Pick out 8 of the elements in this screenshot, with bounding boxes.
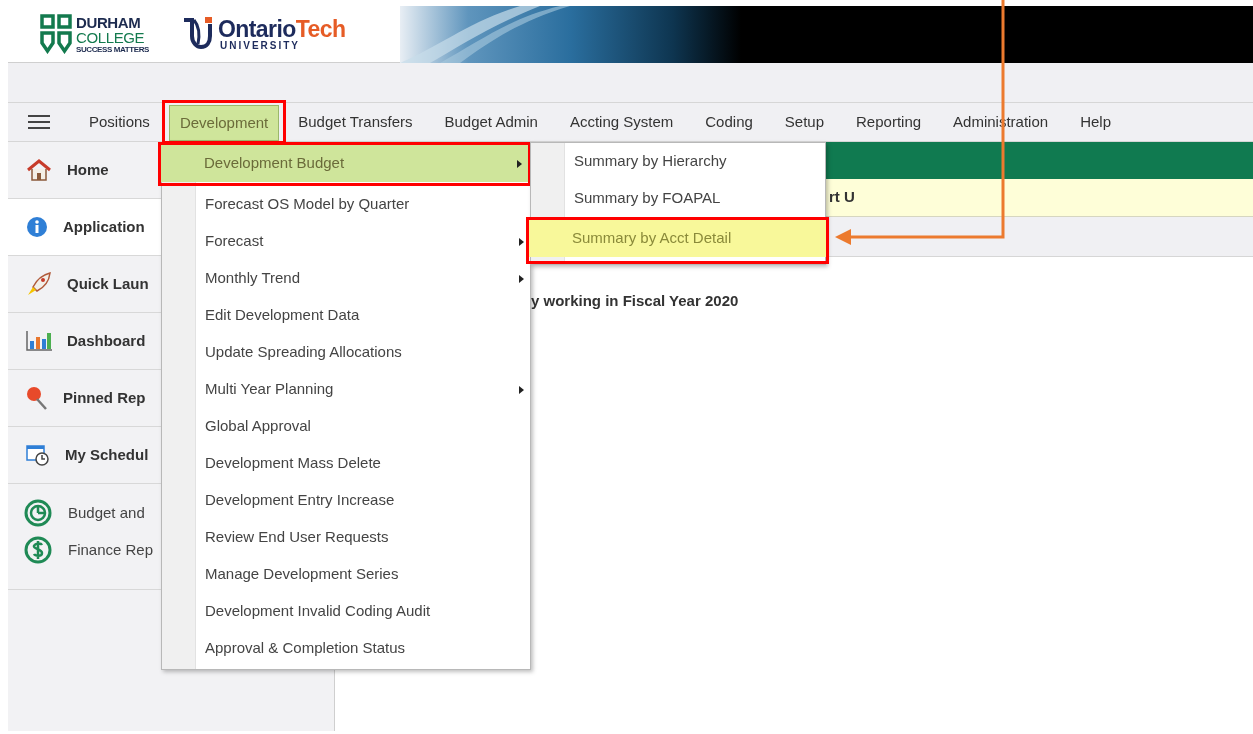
- logo-text: Ontario: [218, 17, 296, 41]
- logo-text: COLLEGE: [76, 29, 146, 45]
- logo-text: DURHAM: [76, 14, 142, 30]
- logo-tagline: SUCCESS MATTERS: [76, 45, 149, 54]
- logo-text: Tech: [295, 17, 346, 41]
- notice-text: rt U: [829, 187, 855, 208]
- status-message: y working in Fiscal Year 2020: [531, 292, 739, 309]
- logo-subtitle: UNIVERSITY: [220, 40, 301, 51]
